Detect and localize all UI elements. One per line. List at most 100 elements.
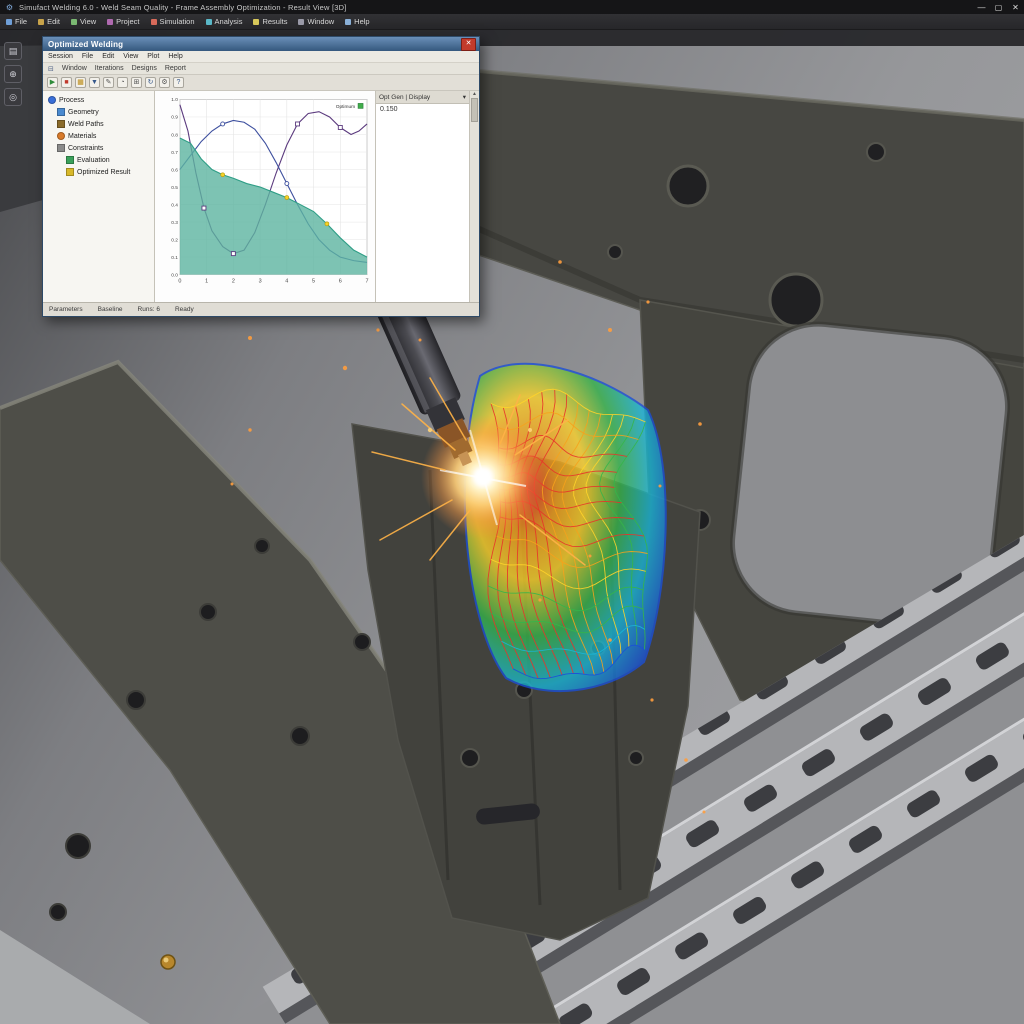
menu-item-edit[interactable]: Edit: [38, 17, 60, 26]
titlebar: ⚙ Simufact Welding 6.0 - Weld Seam Quali…: [0, 0, 1024, 14]
menu-item-file[interactable]: File: [6, 17, 27, 26]
zoom-icon[interactable]: ◔: [117, 77, 128, 88]
project-menu-icon: [107, 18, 114, 25]
svg-text:2: 2: [232, 279, 235, 285]
dialog-menu-view[interactable]: View: [123, 53, 138, 60]
tree-item-label: Weld Paths: [68, 120, 104, 128]
layout-grid-icon: ⊟: [48, 65, 54, 73]
dialog-titlebar[interactable]: Optimized Welding ✕: [43, 37, 479, 51]
svg-text:0.4: 0.4: [171, 202, 178, 208]
maximize-button[interactable]: ▢: [990, 3, 1007, 12]
tree-item-weld-paths[interactable]: Weld Paths: [43, 118, 154, 130]
run-icon[interactable]: ▶: [47, 77, 58, 88]
scrollbar-thumb[interactable]: [471, 98, 478, 122]
open-icon[interactable]: ▦: [75, 77, 86, 88]
tree-item-constraints[interactable]: Constraints: [43, 142, 154, 154]
weld-arc-core: [473, 467, 493, 487]
tree-item-label: Optimized Result: [77, 168, 131, 176]
settings-icon[interactable]: ⚙: [159, 77, 170, 88]
menu-item-analysis[interactable]: Analysis: [205, 17, 242, 26]
refresh-icon[interactable]: ↻: [145, 77, 156, 88]
svg-text:5: 5: [312, 279, 315, 285]
svg-text:0.1: 0.1: [171, 255, 178, 261]
svg-text:0: 0: [178, 279, 181, 285]
scroll-up-icon[interactable]: ▲: [472, 91, 477, 97]
dialog-statusbar: Parameters Baseline Runs: 6 Ready: [43, 302, 479, 316]
status-segment-parameters: Parameters: [49, 306, 83, 313]
gear-icon: [57, 144, 65, 152]
file-menu-icon: [6, 18, 12, 25]
dialog-view-iterations[interactable]: Iterations: [95, 65, 124, 72]
simulation-menu-icon: [150, 18, 157, 25]
menu-label: Help: [354, 17, 370, 26]
status-segment-runs-6: Runs: 6: [137, 306, 160, 313]
right-panel-header-label: Opt Gen | Display: [379, 93, 431, 101]
stop-icon[interactable]: ■: [61, 77, 72, 88]
dialog-menubar: Session File Edit View Plot Help: [43, 51, 479, 63]
dialog-chart-svg[interactable]: 0 1 2 3 4 5 6 7 0.0 0.1 0.2 0.3 0.4 0.5 0.6 0.7 0.8 0.9 1.…: [155, 91, 375, 302]
dialog-menu-edit[interactable]: Edit: [102, 53, 114, 60]
analysis-menu-icon: [205, 18, 212, 25]
dialog-view-window[interactable]: Window: [62, 65, 87, 72]
dialog-menu-help[interactable]: Help: [168, 53, 182, 60]
gold-bolt: [160, 954, 176, 970]
menu-item-results[interactable]: Results: [253, 17, 287, 26]
menu-item-help[interactable]: Help: [345, 17, 370, 26]
side-button-model-tree[interactable]: ▤: [4, 42, 22, 60]
menu-label: Edit: [47, 17, 61, 26]
menu-item-view[interactable]: View: [71, 17, 96, 26]
tree-item-evaluation[interactable]: Evaluation: [43, 154, 154, 166]
dialog-menu-plot[interactable]: Plot: [147, 53, 159, 60]
svg-text:0.2: 0.2: [171, 237, 178, 243]
grid-icon[interactable]: ⊞: [131, 77, 142, 88]
svg-text:0.8: 0.8: [171, 132, 178, 138]
dialog-menu-session[interactable]: Session: [48, 53, 73, 60]
right-panel-list: 0.150: [376, 104, 469, 302]
dialog-tree-panel: Process Geometry Weld Paths Materials Constr…: [43, 91, 155, 302]
dialog-view-bar: ⊟ Window Iterations Designs Report: [43, 63, 479, 75]
chevron-down-icon: ▾: [462, 94, 466, 101]
tree-item-label: Evaluation: [77, 156, 110, 164]
tree-item-label: Constraints: [68, 144, 104, 152]
app-window: ⚙ Simufact Welding 6.0 - Weld Seam Quali…: [0, 0, 1024, 1024]
tree-item-optimized-result[interactable]: Optimized Result: [43, 166, 154, 178]
side-button-pan-tool[interactable]: ⊕: [4, 65, 22, 83]
minimize-button[interactable]: —: [973, 3, 990, 12]
svg-text:0.9: 0.9: [171, 115, 178, 121]
dialog-title: Optimized Welding: [48, 39, 124, 49]
status-segment-ready: Ready: [174, 306, 194, 313]
right-panel-value[interactable]: 0.150: [376, 104, 469, 115]
right-panel-header[interactable]: Opt Gen | Display ▾: [376, 91, 469, 104]
app-icon: ⚙: [5, 2, 14, 12]
menu-item-simulation[interactable]: Simulation: [150, 17, 195, 26]
svg-text:6: 6: [339, 279, 342, 285]
menu-item-project[interactable]: Project: [107, 17, 140, 26]
menu-label: View: [80, 17, 97, 26]
dialog-toolbar: ▶ ■ ▦ ▼ ✎ ◔ ⊞ ↻ ⚙?: [43, 75, 479, 91]
dialog-close-button[interactable]: ✕: [461, 37, 476, 51]
svg-text:0.0: 0.0: [171, 272, 178, 278]
close-button[interactable]: ✕: [1007, 3, 1024, 12]
optimization-dialog: Optimized Welding ✕ Session File Edit View P…: [42, 36, 480, 317]
dialog-scrollbar[interactable]: ▲: [469, 91, 479, 302]
save-icon[interactable]: ▼: [89, 77, 100, 88]
sphere-icon: [48, 96, 56, 104]
svg-text:0.7: 0.7: [171, 150, 178, 156]
side-button-probe-tool[interactable]: ◎: [4, 88, 22, 106]
cube-icon: [57, 108, 65, 116]
dialog-view-report[interactable]: Report: [165, 65, 186, 72]
tree-item-geometry[interactable]: Geometry: [43, 106, 154, 118]
tree-item-label: Process: [59, 96, 85, 104]
tree-item-materials[interactable]: Materials: [43, 130, 154, 142]
menu-label: Results: [262, 17, 288, 26]
dialog-menu-file[interactable]: File: [82, 53, 93, 60]
menu-label: File: [15, 17, 28, 26]
edit-icon[interactable]: ✎: [103, 77, 114, 88]
tree-item-process[interactable]: Process: [43, 94, 154, 106]
help-menu-icon: [345, 18, 352, 25]
chart-icon: [66, 156, 74, 164]
dialog-view-designs[interactable]: Designs: [132, 65, 157, 72]
target-icon: [57, 132, 65, 140]
menu-item-window[interactable]: Window: [298, 17, 334, 26]
help-icon[interactable]: ?: [173, 77, 184, 88]
